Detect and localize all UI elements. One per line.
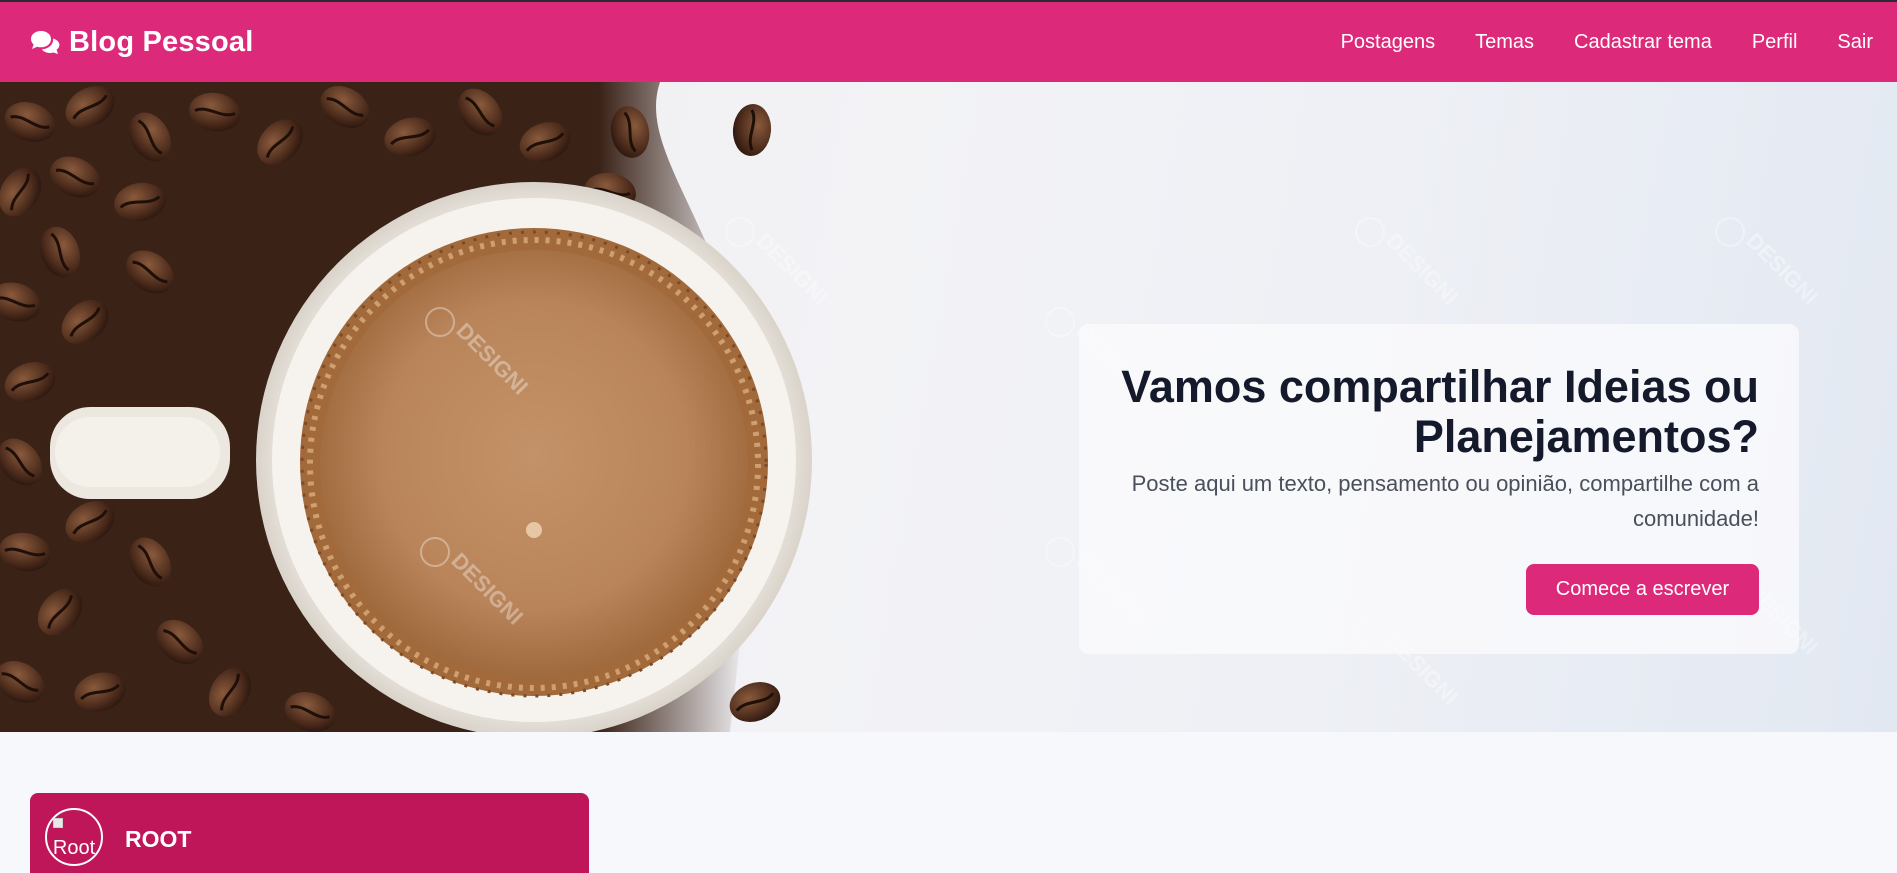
avatar: Root bbox=[45, 808, 103, 866]
start-writing-button[interactable]: Comece a escrever bbox=[1526, 564, 1759, 615]
nav-link-temas[interactable]: Temas bbox=[1475, 31, 1534, 54]
nav-link-perfil[interactable]: Perfil bbox=[1752, 31, 1798, 54]
post-card[interactable]: Root ROOT bbox=[30, 793, 589, 873]
comments-icon bbox=[31, 31, 60, 54]
brand[interactable]: Blog Pessoal bbox=[30, 26, 254, 59]
watermark-text: DESIGNI bbox=[1741, 228, 1823, 310]
post-username: ROOT bbox=[125, 826, 192, 852]
brand-title: Blog Pessoal bbox=[69, 25, 254, 58]
hero-subtitle: Poste aqui um texto, pensamento ou opini… bbox=[1131, 471, 1759, 531]
hero-card: Vamos compartilhar Ideias ou Planejament… bbox=[1079, 324, 1799, 654]
nav-links: Postagens Temas Cadastrar tema Perfil Sa… bbox=[1301, 31, 1873, 54]
navbar: Blog Pessoal Postagens Temas Cadastrar t… bbox=[0, 2, 1897, 82]
hero-banner: DESIGNI DESIGNI DESIGNI DESIGNI DESIGNI DESIG… bbox=[0, 82, 1897, 732]
watermark-text: DESIGNI bbox=[751, 228, 833, 310]
broken-image-icon bbox=[53, 818, 63, 828]
watermark-text: DESIGNI bbox=[1381, 228, 1463, 310]
nav-link-sair[interactable]: Sair bbox=[1837, 31, 1873, 54]
avatar-alt-text: Root bbox=[52, 837, 96, 859]
hero-title: Vamos compartilhar Ideias ou Planejament… bbox=[1121, 361, 1759, 462]
nav-link-cadastrar-tema[interactable]: Cadastrar tema bbox=[1574, 31, 1712, 54]
nav-link-postagens[interactable]: Postagens bbox=[1341, 31, 1436, 54]
